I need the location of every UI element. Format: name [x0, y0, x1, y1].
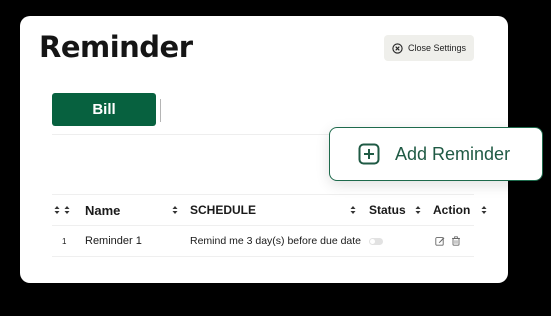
close-settings-label: Close Settings [407, 43, 467, 53]
sort-schedule-button[interactable] [346, 195, 356, 225]
plus-square-icon [358, 143, 380, 165]
reminders-table: Name SCHEDULE Status Action 1 Reminder 1… [52, 194, 487, 257]
column-header-label: Name [85, 202, 121, 218]
sort-name-button[interactable] [168, 195, 178, 225]
row-index: 1 [62, 236, 67, 246]
column-header-label: Action [433, 203, 471, 217]
sort-status-button[interactable] [411, 195, 421, 225]
tab-bill[interactable]: Bill [52, 93, 156, 126]
row-actions [435, 226, 461, 256]
row-schedule: Remind me 3 day(s) before due date [190, 235, 362, 247]
sort-icon [415, 205, 421, 215]
add-reminder-button[interactable]: Add Reminder [329, 127, 543, 181]
row-status [369, 226, 383, 256]
sort-icon [481, 205, 487, 215]
column-header-status[interactable]: Status [369, 195, 406, 225]
column-header-action[interactable]: Action [433, 195, 470, 225]
sort-icon [64, 205, 70, 215]
trash-icon[interactable] [451, 236, 461, 246]
sort-action-button[interactable] [477, 195, 487, 225]
edit-icon[interactable] [435, 236, 445, 246]
sort-icon [350, 205, 356, 215]
close-settings-button[interactable]: Close Settings [384, 35, 474, 61]
sort-icon [172, 205, 178, 215]
index-column-header[interactable] [54, 195, 70, 225]
status-toggle[interactable] [369, 237, 383, 245]
column-header-schedule[interactable]: SCHEDULE [190, 195, 256, 225]
table-header-row: Name SCHEDULE Status Action [52, 194, 487, 226]
add-reminder-label: Add Reminder [395, 144, 511, 164]
screen: Reminder Close Settings Bill Name SCHEDU… [0, 0, 551, 316]
tab-bill-label: Bill [92, 101, 116, 118]
table-row: 1 Reminder 1 Remind me 3 day(s) before d… [52, 226, 474, 257]
column-header-name[interactable]: Name [85, 195, 120, 225]
row-name: Reminder 1 [85, 235, 142, 247]
column-header-label: SCHEDULE [190, 203, 257, 217]
page-title: Reminder [39, 30, 193, 64]
sort-icon [54, 205, 60, 215]
tab-divider [160, 99, 161, 122]
column-header-label: Status [369, 203, 406, 217]
close-circle-icon [392, 42, 403, 54]
